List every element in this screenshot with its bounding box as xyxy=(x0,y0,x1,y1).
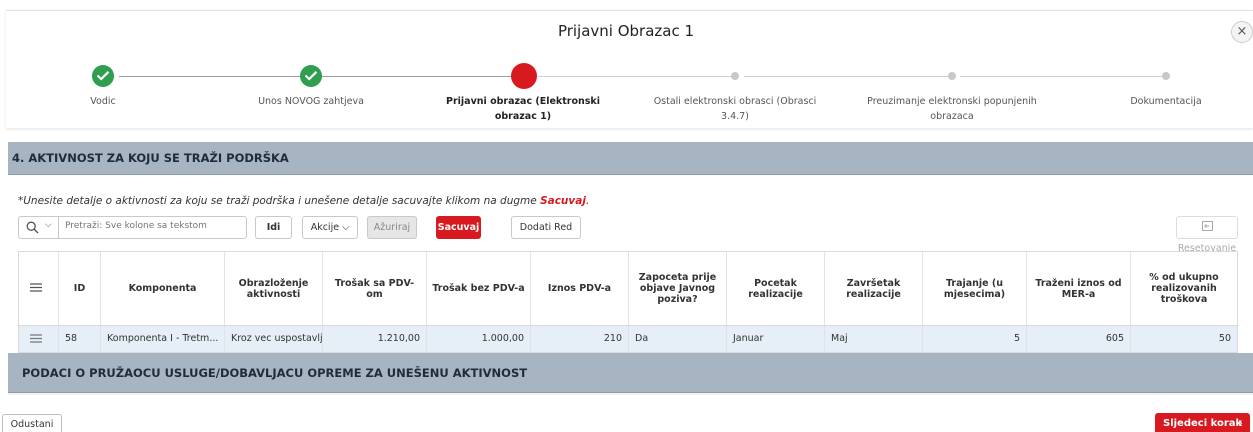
column-header-zavrsetak[interactable]: Završetak realizacije xyxy=(825,252,923,325)
next-step-label: Sljedeci korak xyxy=(1163,418,1243,429)
hamburger-menu-icon xyxy=(30,283,42,292)
dialog-title: Prijavni Obrazac 1 xyxy=(557,22,695,40)
step-connector xyxy=(960,76,1167,77)
region-body: *Unesite detalje o aktivnosti za koju se… xyxy=(8,175,1253,353)
step-1-label[interactable]: Vodic xyxy=(8,94,198,109)
search-input[interactable] xyxy=(65,221,245,231)
supplier-region-title: PODACI O PRUŽAOCU USLUGE/DOBAVLJACU OPRE… xyxy=(8,353,1253,393)
cell-trajanje[interactable]: 5 xyxy=(923,326,1027,352)
instruction-suffix: . xyxy=(585,195,590,207)
step-2-complete-icon[interactable] xyxy=(300,65,322,87)
instruction-emphasis: Sacuvaj xyxy=(540,195,586,207)
grid-header: ID Komponenta Obrazloženje aktivnosti Tr… xyxy=(19,252,1237,326)
chevron-down-icon: ⌵ xyxy=(342,222,350,233)
header-menu-cell[interactable] xyxy=(19,252,59,325)
go-button[interactable]: Idi xyxy=(255,216,292,239)
application-window: Prijavni Obrazac 1 × Vodic Unos NOVOG za… xyxy=(0,0,1253,432)
save-button[interactable]: Sacuvaj xyxy=(436,216,481,239)
checkmark-icon xyxy=(96,71,110,81)
step-4-indicator[interactable] xyxy=(731,72,739,80)
step-2-label[interactable]: Unos NOVOG zahtjeva xyxy=(216,94,406,109)
activity-region: 4. AKTIVNOST ZA KOJU SE TRAŽI PODRŠKA *U… xyxy=(8,142,1253,395)
cell-zapoceta[interactable]: Da xyxy=(629,326,727,352)
cell-komponenta[interactable]: Komponenta I - Tretm... xyxy=(101,326,225,352)
checkmark-icon xyxy=(304,71,318,81)
step-1-complete-icon[interactable] xyxy=(92,65,114,87)
search-field[interactable]: ⌵ xyxy=(18,216,247,239)
step-5-label[interactable]: Preuzimanje elektronski popunjenih obraz… xyxy=(857,94,1047,124)
actions-label: Akcije xyxy=(310,222,340,233)
column-header-komponenta[interactable]: Komponenta xyxy=(101,252,225,325)
search-column-selector[interactable]: ⌵ xyxy=(19,217,59,238)
cell-trazeni-iznos[interactable]: 605 xyxy=(1027,326,1131,352)
step-6-indicator[interactable] xyxy=(1162,72,1170,80)
row-menu-cell[interactable] xyxy=(19,326,59,352)
step-connector xyxy=(538,76,736,77)
chevron-right-icon: › xyxy=(1237,416,1243,431)
reset-icon xyxy=(1201,221,1213,231)
instruction-prefix: *Unesite detalje o aktivnosti za koju se… xyxy=(18,195,541,207)
cell-obrazlozenje[interactable]: Kroz vec uspostavlj... xyxy=(225,326,323,352)
search-icon xyxy=(26,221,39,234)
column-header-procenat[interactable]: % od ukupno realizovanih troškova xyxy=(1131,252,1237,325)
table-row[interactable]: 58 Komponenta I - Tretm... Kroz vec uspo… xyxy=(19,326,1237,352)
column-header-zapoceta[interactable]: Zapoceta prije objave Javnog poziva? xyxy=(629,252,727,325)
wizard-header: Prijavni Obrazac 1 × Vodic Unos NOVOG za… xyxy=(6,10,1253,128)
step-connector xyxy=(119,76,301,77)
cell-zavrsetak[interactable]: Maj xyxy=(825,326,923,352)
cell-id[interactable]: 58 xyxy=(59,326,101,352)
column-header-id[interactable]: ID xyxy=(59,252,101,325)
column-header-pocetak[interactable]: Pocetak realizacije xyxy=(727,252,825,325)
column-header-trazeni-iznos[interactable]: Traženi iznos od MER-a xyxy=(1027,252,1131,325)
cell-procenat[interactable]: 50 xyxy=(1131,326,1237,352)
actions-menu-button[interactable]: Akcije ⌵ xyxy=(302,216,358,239)
column-header-iznos-pdv[interactable]: Iznos PDV-a xyxy=(531,252,629,325)
reset-button[interactable]: Resetovanje xyxy=(1176,216,1238,254)
column-header-trosak-bez-pdv[interactable]: Trošak bez PDV-a xyxy=(427,252,531,325)
column-header-trajanje[interactable]: Trajanje (u mjesecima) xyxy=(923,252,1027,325)
add-row-button[interactable]: Dodati Red xyxy=(511,216,581,239)
chevron-down-icon: ⌵ xyxy=(45,220,52,230)
cell-trosak-bez-pdv[interactable]: 1.000,00 xyxy=(427,326,531,352)
step-3-current-indicator[interactable] xyxy=(511,63,537,89)
activities-grid: ID Komponenta Obrazloženje aktivnosti Tr… xyxy=(18,251,1238,353)
cell-trosak-pdv[interactable]: 1.210,00 xyxy=(323,326,427,352)
step-4-label[interactable]: Ostali elektronski obrasci (Obrasci 3.4.… xyxy=(640,94,830,124)
step-6-label[interactable]: Dokumentacija xyxy=(1071,94,1253,109)
step-connector xyxy=(744,76,952,77)
instruction-text: *Unesite detalje o aktivnosti za koju se… xyxy=(18,195,589,207)
step-connector xyxy=(321,76,518,77)
region-title: 4. AKTIVNOST ZA KOJU SE TRAŽI PODRŠKA xyxy=(8,142,1253,175)
cell-pocetak[interactable]: Januar xyxy=(727,326,825,352)
column-header-trosak-pdv[interactable]: Trošak sa PDV-om xyxy=(323,252,427,325)
cancel-button[interactable]: Odustani xyxy=(2,414,62,432)
cell-iznos-pdv[interactable]: 210 xyxy=(531,326,629,352)
hamburger-menu-icon xyxy=(30,334,42,343)
column-header-obrazlozenje[interactable]: Obrazloženje aktivnosti xyxy=(225,252,323,325)
close-button[interactable]: × xyxy=(1231,21,1253,43)
step-3-label[interactable]: Prijavni obrazac (Elektronski obrazac 1) xyxy=(428,94,618,124)
step-5-indicator[interactable] xyxy=(948,72,956,80)
next-step-button[interactable]: Sljedeci korak › xyxy=(1155,413,1250,432)
update-button[interactable]: Ažuriraj xyxy=(367,216,417,239)
